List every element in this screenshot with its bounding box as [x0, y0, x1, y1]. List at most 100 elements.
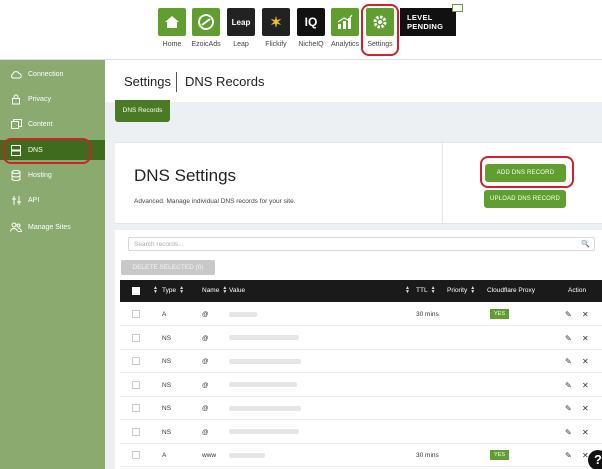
- row-value-redacted: [229, 327, 299, 350]
- table-row: NS @ ✎ ✕: [120, 327, 602, 350]
- edit-pencil-icon[interactable]: ✎: [565, 397, 572, 420]
- dns-settings-description: Advanced. Manage individual DNS records …: [134, 198, 296, 205]
- sort-icon[interactable]: ▲ ▼: [405, 286, 410, 295]
- row-name: @: [202, 311, 209, 318]
- row-type: NS: [162, 405, 172, 412]
- col-value[interactable]: Value: [229, 280, 245, 302]
- col-name[interactable]: Name ▲ ▼: [202, 280, 227, 302]
- sort-icon: ▲ ▼: [470, 285, 476, 296]
- database-icon: [10, 169, 22, 181]
- sort-icon: ▲ ▼: [430, 285, 436, 296]
- table-header: ▲ ▼ Type ▲ ▼ Name ▲ ▼ Value ▲ ▼ TTL ▲ ▼ Priority…: [120, 280, 602, 302]
- page-header: Settings DNS Records: [105, 60, 602, 102]
- delete-x-icon[interactable]: ✕: [582, 374, 589, 397]
- row-ttl: 30 mins: [416, 452, 439, 459]
- edit-pencil-icon[interactable]: ✎: [565, 421, 572, 444]
- sidebar: Connection Privacy Content DNS Hosting A…: [0, 60, 105, 469]
- header-divider: [176, 72, 177, 92]
- search-input[interactable]: Search records... 🔍: [128, 237, 595, 251]
- sidebar-item-manage-sites[interactable]: Manage Sites: [0, 217, 105, 237]
- edit-pencil-icon[interactable]: ✎: [565, 327, 572, 350]
- delete-selected-button[interactable]: DELETE SELECTED (0): [121, 260, 215, 275]
- row-checkbox[interactable]: [132, 380, 140, 389]
- sidebar-item-privacy[interactable]: Privacy: [0, 89, 105, 109]
- nav-leap[interactable]: Leap Leap: [221, 8, 261, 48]
- row-checkbox[interactable]: [132, 404, 140, 412]
- sidebar-item-label: API: [28, 196, 40, 204]
- row-name: www: [202, 452, 217, 459]
- sort-icon: ▲ ▼: [179, 285, 185, 296]
- row-value-redacted: [229, 350, 301, 373]
- row-checkbox[interactable]: [132, 310, 140, 318]
- row-value-redacted: [229, 421, 299, 444]
- delete-x-icon[interactable]: ✕: [582, 303, 589, 326]
- leap-icon: Leap: [227, 8, 255, 36]
- sidebar-item-label: Connection: [28, 70, 64, 78]
- edit-pencil-icon[interactable]: ✎: [565, 444, 572, 467]
- select-all-checkbox[interactable]: [132, 287, 140, 295]
- proxy-status-badge: YES: [490, 450, 510, 461]
- add-dns-highlight-ring: [480, 156, 574, 188]
- dns-settings-title: DNS Settings: [134, 166, 237, 185]
- analytics-icon: [331, 8, 359, 36]
- col-ttl-label: TTL: [416, 287, 428, 294]
- sidebar-item-connection[interactable]: Connection: [0, 64, 105, 84]
- sort-icon[interactable]: ▲ ▼: [153, 286, 158, 295]
- table-row: NS @ ✎ ✕: [120, 421, 602, 444]
- row-checkbox[interactable]: [132, 427, 140, 436]
- row-checkbox[interactable]: [132, 357, 140, 365]
- delete-x-icon[interactable]: ✕: [582, 421, 589, 444]
- api-icon: [10, 195, 22, 205]
- lock-icon: [10, 94, 22, 104]
- col-proxy: Cloudflare Proxy: [487, 280, 535, 302]
- row-name: @: [202, 405, 209, 412]
- row-type: A: [162, 452, 167, 459]
- nav-leap-label: Leap: [233, 41, 249, 48]
- dns-settings-card: DNS Settings Advanced. Manage individual…: [115, 142, 602, 225]
- nav-analytics[interactable]: Analytics: [325, 8, 365, 48]
- table-row: Awww 30 mins YES ✎ ✕: [120, 444, 602, 467]
- table-row: NS @ ✎ ✕: [120, 350, 602, 373]
- col-priority[interactable]: Priority ▲ ▼: [447, 280, 475, 302]
- nav-flickify[interactable]: ✶ Flickify: [256, 8, 296, 48]
- row-proxy[interactable]: YES: [490, 444, 510, 467]
- nav-ezoicads[interactable]: EzoicAds: [186, 8, 226, 48]
- row-type: NS: [162, 358, 172, 365]
- page-title: Settings: [124, 74, 171, 89]
- row-checkbox[interactable]: [132, 333, 140, 342]
- row-name: @: [202, 334, 209, 342]
- row-ttl: 30 mins: [416, 311, 439, 318]
- level-pending-badge[interactable]: LEVEL PENDING: [400, 4, 463, 36]
- mail-icon[interactable]: [452, 4, 463, 12]
- tab-dns-records[interactable]: DNS Records: [115, 100, 170, 122]
- sidebar-item-label: Privacy: [28, 95, 51, 103]
- upload-dns-record-button[interactable]: UPLOAD DNS RECORD: [484, 190, 566, 208]
- sidebar-item-label: Hosting: [28, 171, 52, 179]
- sort-icon: ▲ ▼: [222, 285, 228, 296]
- delete-x-icon[interactable]: ✕: [582, 397, 589, 420]
- page-subtitle: DNS Records: [185, 74, 265, 89]
- settings-highlight-ring: [361, 4, 399, 56]
- dns-highlight-ring: [3, 138, 91, 164]
- delete-x-icon[interactable]: ✕: [582, 350, 589, 373]
- row-proxy[interactable]: YES: [490, 303, 510, 326]
- edit-pencil-icon[interactable]: ✎: [565, 350, 572, 373]
- sidebar-item-api[interactable]: API: [0, 190, 105, 210]
- edit-pencil-icon[interactable]: ✎: [565, 303, 572, 326]
- row-type: NS: [162, 428, 172, 436]
- row-value-redacted: [229, 303, 257, 326]
- users-icon: [10, 222, 22, 232]
- col-type[interactable]: Type ▲ ▼: [162, 280, 184, 302]
- help-button[interactable]: ?: [588, 450, 602, 469]
- top-navigation: Home EzoicAds Leap Leap ✶ Flickify IQ Ni…: [0, 0, 602, 60]
- edit-pencil-icon[interactable]: ✎: [565, 374, 572, 397]
- sidebar-item-content[interactable]: Content: [0, 114, 105, 134]
- sidebar-item-hosting[interactable]: Hosting: [0, 165, 105, 185]
- row-value-redacted: [229, 444, 265, 467]
- search-placeholder: Search records...: [134, 241, 184, 248]
- content-pages-icon: [10, 119, 22, 129]
- col-name-label: Name: [202, 287, 220, 294]
- col-ttl[interactable]: TTL ▲ ▼: [416, 280, 436, 302]
- row-checkbox[interactable]: [132, 451, 140, 459]
- delete-x-icon[interactable]: ✕: [582, 327, 589, 350]
